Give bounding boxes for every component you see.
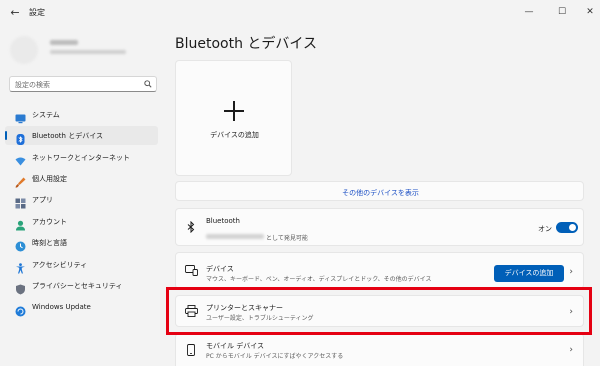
chevron-right-icon: › (569, 345, 573, 355)
user-email-redacted (50, 50, 126, 54)
maximize-button[interactable]: ☐ (553, 4, 571, 20)
search-placeholder: 設定の検索 (15, 81, 50, 89)
time-language-icon (15, 237, 26, 252)
sidebar-item-time-language[interactable]: 時刻と言語 (5, 233, 158, 252)
avatar (10, 36, 38, 64)
phone-icon (184, 344, 198, 358)
add-device-tile-label: デバイスの追加 (210, 131, 259, 139)
sidebar-item-label: ネットワークとインターネット (32, 154, 130, 162)
page-title: Bluetooth とデバイス (175, 36, 317, 52)
bluetooth-card: Bluetooth として発見可能 オン (175, 208, 584, 246)
close-icon: ✕ (586, 7, 594, 17)
add-device-tile[interactable]: デバイスの追加 (175, 60, 292, 176)
devices-title: デバイス (206, 265, 234, 273)
network-icon (15, 152, 26, 166)
devices-card[interactable]: デバイス マウス、キーボード、ペン、オーディオ、ディスプレイとドック、その他のデ… (175, 252, 584, 289)
sidebar-item-windows-update[interactable]: Windows Update (5, 298, 158, 317)
sidebar-item-accessibility[interactable]: アクセシビリティ (5, 255, 158, 274)
chevron-right-icon: › (569, 267, 573, 277)
account-icon (15, 216, 26, 231)
windows-update-icon (15, 302, 26, 317)
sidebar-item-apps[interactable]: アプリ (5, 190, 158, 209)
sidebar-item-personalization[interactable]: 個人用設定 (5, 169, 158, 188)
sidebar-item-label: アカウント (32, 218, 67, 226)
title-bar: ← 設定 — ☐ ✕ (0, 0, 600, 26)
bluetooth-icon (184, 220, 198, 235)
minimize-icon: — (524, 7, 534, 17)
minimize-button[interactable]: — (520, 4, 538, 20)
bluetooth-discoverable-text: として発見可能 (266, 235, 308, 242)
sidebar-item-label: 時刻と言語 (32, 239, 67, 247)
accessibility-icon (15, 259, 26, 274)
sidebar-item-label: アクセシビリティ (32, 261, 88, 269)
devices-icon (184, 265, 198, 279)
shield-icon (15, 280, 26, 295)
bluetooth-toggle-label: オン (538, 225, 552, 233)
arrow-left-icon: ← (10, 6, 20, 19)
sidebar-item-label: Bluetooth とデバイス (32, 132, 103, 140)
mobile-devices-card[interactable]: モバイル デバイス PC からモバイル デバイスにすばやくアクセスする › (175, 333, 584, 366)
sidebar-item-system[interactable]: システム (5, 105, 158, 124)
device-name-redacted (206, 234, 264, 239)
search-icon (144, 80, 152, 88)
sidebar-item-label: プライバシーとセキュリティ (32, 282, 123, 290)
sidebar-item-accounts[interactable]: アカウント (5, 212, 158, 231)
search-input[interactable]: 設定の検索 (9, 76, 157, 92)
system-monitor-icon (15, 109, 26, 124)
back-button[interactable]: ← (8, 6, 22, 20)
brush-icon (15, 173, 26, 188)
sidebar-item-label: システム (32, 111, 60, 119)
highlight-box (166, 287, 592, 335)
close-button[interactable]: ✕ (581, 4, 599, 20)
sidebar-item-label: 個人用設定 (32, 175, 67, 183)
maximize-icon: ☐ (557, 7, 567, 17)
mobile-devices-title: モバイル デバイス (206, 342, 265, 350)
sidebar-item-label: アプリ (32, 196, 53, 204)
sidebar-item-label: Windows Update (32, 303, 91, 311)
mobile-devices-subtitle: PC からモバイル デバイスにすばやくアクセスする (206, 353, 344, 360)
devices-subtitle: マウス、キーボード、ペン、オーディオ、ディスプレイとドック、その他のデバイス (206, 276, 432, 283)
toggle-knob (569, 224, 576, 231)
app-title: 設定 (29, 8, 45, 17)
sidebar-item-privacy-security[interactable]: プライバシーとセキュリティ (5, 276, 158, 295)
bluetooth-icon (15, 130, 26, 145)
settings-window: ← 設定 — ☐ ✕ 設定の検索 システム Bluetooth とデバイス ネッ… (0, 0, 600, 366)
sidebar-item-network[interactable]: ネットワークとインターネット (5, 148, 158, 167)
add-device-button[interactable]: デバイスの追加 (494, 265, 564, 282)
sidebar-item-bluetooth[interactable]: Bluetooth とデバイス (5, 126, 158, 145)
plus-icon (224, 101, 244, 121)
bluetooth-title: Bluetooth (206, 217, 240, 225)
more-devices-bar: その他のデバイスを表示 (175, 181, 584, 201)
bluetooth-toggle[interactable] (556, 222, 578, 233)
apps-icon (15, 194, 26, 209)
user-name-redacted (50, 40, 78, 45)
more-devices-link[interactable]: その他のデバイスを表示 (176, 188, 585, 198)
